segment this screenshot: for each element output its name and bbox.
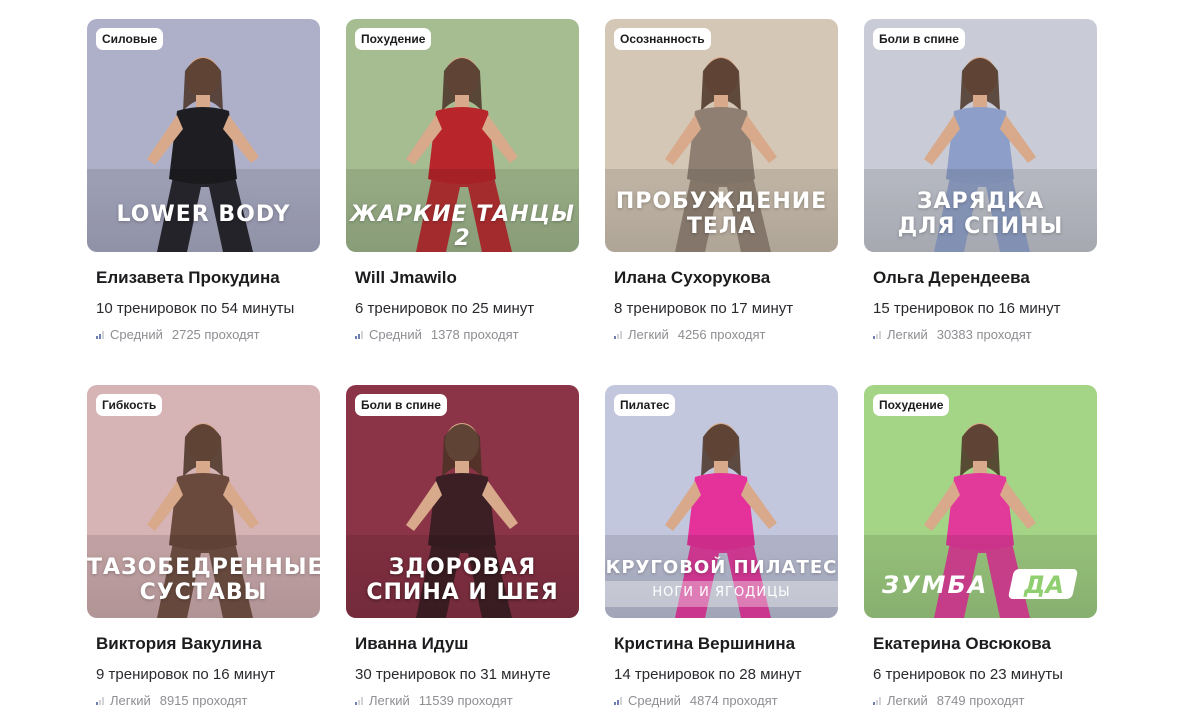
category-badge: Пилатес bbox=[614, 394, 676, 416]
level-bars-icon bbox=[873, 696, 883, 705]
trainer-name[interactable]: Виктория Вакулина bbox=[96, 634, 320, 654]
category-badge: Боли в спине bbox=[873, 28, 965, 50]
cover-subtitle: ДА bbox=[1024, 571, 1064, 599]
trainer-name[interactable]: Иванна Идуш bbox=[355, 634, 579, 654]
level-bars-icon bbox=[614, 330, 624, 339]
program-card[interactable]: Осознанность ПРОБУЖДЕНИЕ ТЕЛА Илана Сухо… bbox=[605, 19, 838, 353]
workouts-count: 9 тренировок по 16 минут bbox=[96, 666, 276, 683]
workouts-count: 15 тренировок по 16 минут bbox=[873, 300, 1061, 317]
workouts-count: 14 тренировок по 28 минут bbox=[614, 666, 802, 683]
cover-title: ЗДОРОВАЯ СПИНА И ШЕЯ bbox=[366, 555, 559, 605]
workouts-count: 6 тренировок по 23 минуты bbox=[873, 666, 1063, 683]
program-card[interactable]: Похудение ЗУМБА ДА Екатерина Овсюкова 6 … bbox=[864, 385, 1097, 719]
workouts-count: 8 тренировок по 17 минут bbox=[614, 300, 794, 317]
cover-title: КРУГОВОЙ ПИЛАТЕС bbox=[605, 557, 838, 578]
program-meta: Легкий 30383 проходят bbox=[873, 327, 1097, 342]
level-bars-icon bbox=[355, 696, 365, 705]
participants-count: 2725 проходят bbox=[171, 327, 260, 342]
program-cover[interactable]: Боли в спине ЗДОРОВАЯ СПИНА И ШЕЯ bbox=[346, 385, 579, 618]
participants-count: 30383 проходят bbox=[936, 327, 1032, 342]
program-card[interactable]: Похудение ЖАРКИЕ ТАНЦЫ 2 Will Jmawilo 6 … bbox=[346, 19, 579, 353]
program-meta: Легкий 11539 проходят bbox=[355, 693, 579, 708]
trainer-name[interactable]: Екатерина Овсюкова bbox=[873, 634, 1097, 654]
program-meta: Легкий 8915 проходят bbox=[96, 693, 320, 708]
participants-count: 4874 проходят bbox=[689, 693, 778, 708]
participants-count: 8749 проходят bbox=[936, 693, 1025, 708]
level-label: Легкий bbox=[887, 327, 928, 342]
level-label: Легкий bbox=[628, 327, 669, 342]
category-badge: Осознанность bbox=[614, 28, 711, 50]
cover-title: ЗУМБА bbox=[882, 571, 989, 599]
cover-subtitle: НОГИ И ЯГОДИЦЫ bbox=[652, 585, 791, 600]
program-card[interactable]: Боли в спине ЗАРЯДКА ДЛЯ СПИНЫ Ольга Дер… bbox=[864, 19, 1097, 353]
program-cover[interactable]: Боли в спине ЗАРЯДКА ДЛЯ СПИНЫ bbox=[864, 19, 1097, 252]
trainer-name[interactable]: Ольга Дерендеева bbox=[873, 268, 1097, 288]
level-label: Легкий bbox=[110, 693, 151, 708]
cover-title: ТАЗОБЕДРЕННЫЕ СУСТАВЫ bbox=[87, 555, 320, 605]
program-card[interactable]: Гибкость ТАЗОБЕДРЕННЫЕ СУСТАВЫ Виктория … bbox=[87, 385, 320, 719]
level-bars-icon bbox=[873, 330, 883, 339]
program-meta: Легкий 8749 проходят bbox=[873, 693, 1097, 708]
level-label: Средний bbox=[110, 327, 163, 342]
participants-count: 1378 проходят bbox=[430, 327, 519, 342]
program-cover[interactable]: Силовые LOWER BODY bbox=[87, 19, 320, 252]
level-label: Легкий bbox=[369, 693, 410, 708]
trainer-name[interactable]: Илана Сухорукова bbox=[614, 268, 838, 288]
category-badge: Силовые bbox=[96, 28, 164, 50]
category-badge: Гибкость bbox=[96, 394, 163, 416]
category-badge: Боли в спине bbox=[355, 394, 447, 416]
program-card[interactable]: Силовые LOWER BODY Елизавета Прокудина 1… bbox=[87, 19, 320, 353]
cover-title: ЖАРКИЕ ТАНЦЫ 2 bbox=[350, 202, 575, 251]
program-card[interactable]: Боли в спине ЗДОРОВАЯ СПИНА И ШЕЯ Иванна… bbox=[346, 385, 579, 719]
program-cover[interactable]: Осознанность ПРОБУЖДЕНИЕ ТЕЛА bbox=[605, 19, 838, 252]
level-bars-icon bbox=[355, 330, 365, 339]
program-cover[interactable]: Похудение ЗУМБА ДА bbox=[864, 385, 1097, 618]
category-badge: Похудение bbox=[873, 394, 950, 416]
program-cover[interactable]: Пилатес КРУГОВОЙ ПИЛАТЕС НОГИ И ЯГОДИЦЫ bbox=[605, 385, 838, 618]
trainer-name[interactable]: Will Jmawilo bbox=[355, 268, 579, 288]
program-cover[interactable]: Похудение ЖАРКИЕ ТАНЦЫ 2 bbox=[346, 19, 579, 252]
program-cover[interactable]: Гибкость ТАЗОБЕДРЕННЫЕ СУСТАВЫ bbox=[87, 385, 320, 618]
program-meta: Средний 1378 проходят bbox=[355, 327, 579, 342]
participants-count: 8915 проходят bbox=[159, 693, 248, 708]
cover-title: ЗАРЯДКА ДЛЯ СПИНЫ bbox=[897, 189, 1064, 239]
level-bars-icon bbox=[96, 330, 106, 339]
program-card[interactable]: Пилатес КРУГОВОЙ ПИЛАТЕС НОГИ И ЯГОДИЦЫ … bbox=[605, 385, 838, 719]
level-label: Средний bbox=[369, 327, 422, 342]
program-meta: Средний 4874 проходят bbox=[614, 693, 838, 708]
category-badge: Похудение bbox=[355, 28, 432, 50]
workouts-count: 30 тренировок по 31 минуте bbox=[355, 666, 551, 683]
trainer-name[interactable]: Кристина Вершинина bbox=[614, 634, 838, 654]
program-meta: Легкий 4256 проходят bbox=[614, 327, 838, 342]
level-bars-icon bbox=[614, 696, 624, 705]
workouts-count: 10 тренировок по 54 минуты bbox=[96, 300, 295, 317]
level-bars-icon bbox=[96, 696, 106, 705]
cover-title: ПРОБУЖДЕНИЕ ТЕЛА bbox=[615, 189, 828, 239]
program-meta: Средний 2725 проходят bbox=[96, 327, 320, 342]
trainer-name[interactable]: Елизавета Прокудина bbox=[96, 268, 320, 288]
level-label: Легкий bbox=[887, 693, 928, 708]
cover-title: LOWER BODY bbox=[116, 202, 291, 227]
participants-count: 11539 проходят bbox=[418, 693, 513, 708]
level-label: Средний bbox=[628, 693, 681, 708]
workouts-count: 6 тренировок по 25 минут bbox=[355, 300, 535, 317]
program-grid: Силовые LOWER BODY Елизавета Прокудина 1… bbox=[87, 19, 1097, 719]
participants-count: 4256 проходят bbox=[677, 327, 766, 342]
